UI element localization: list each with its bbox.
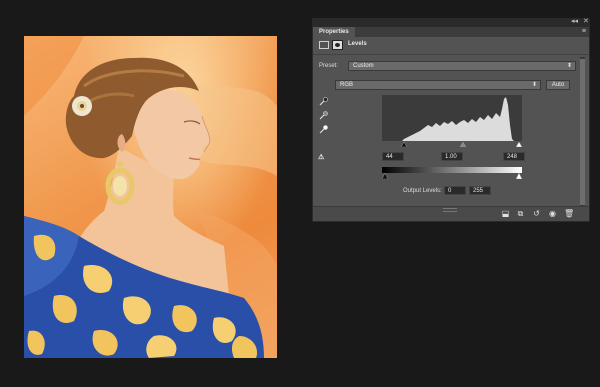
output-black-handle [382, 173, 389, 179]
scrollbar-thumb[interactable] [580, 59, 585, 205]
auto-button[interactable]: Auto [546, 80, 570, 90]
input-gamma-handle [459, 141, 467, 147]
reset-icon[interactable]: ↺ [532, 210, 541, 218]
panel-menu-icon[interactable]: ≡ [582, 27, 586, 37]
input-levels-slider[interactable] [382, 141, 522, 147]
preset-label: Preset: [319, 63, 339, 69]
panel-scrollbar[interactable] [580, 57, 585, 207]
trash-icon[interactable]: 🗑 [564, 210, 574, 218]
channel-value: RGB [340, 82, 354, 88]
mask-icon[interactable] [332, 40, 343, 50]
close-panel-icon[interactable]: ✕ [583, 17, 589, 25]
input-white-handle [515, 141, 522, 147]
properties-panel: Properties ≡ Levels Preset: Custom ⬍ RGB… [312, 26, 590, 222]
preset-value: Custom [353, 63, 374, 69]
preset-select[interactable]: Custom ⬍ [348, 61, 576, 71]
gray-point-eyedropper-icon[interactable] [319, 111, 328, 120]
chevron-down-icon: ⬍ [531, 82, 537, 88]
output-white-handle [515, 173, 522, 179]
panel-footer: ⬓ ⧉ ↺ ◉ 🗑 [313, 206, 589, 221]
panel-dock-bar [312, 18, 590, 26]
histogram [382, 95, 522, 141]
resize-grip[interactable] [443, 208, 457, 212]
document-canvas[interactable] [24, 36, 277, 358]
input-black-field[interactable]: 44 [382, 152, 404, 161]
input-gamma-field[interactable]: 1.00 [441, 152, 463, 161]
output-levels-label: Output Levels: [403, 188, 442, 194]
portrait-painting [24, 36, 277, 358]
collapse-panels-icon[interactable]: ◂◂ [571, 17, 578, 25]
clip-to-layer-icon[interactable]: ⬓ [501, 210, 510, 218]
output-black-field[interactable]: 0 [444, 186, 466, 195]
black-point-eyedropper-icon[interactable] [319, 97, 328, 106]
input-black-handle [400, 141, 408, 147]
output-white-field[interactable]: 255 [469, 186, 491, 195]
clipping-warning-icon[interactable]: ⚠ [318, 153, 324, 161]
visibility-icon[interactable]: ◉ [548, 210, 557, 218]
view-previous-icon[interactable]: ⧉ [516, 210, 525, 218]
channel-select[interactable]: RGB ⬍ [335, 80, 541, 90]
chevron-down-icon: ⬍ [566, 63, 572, 69]
histogram-icon [319, 41, 329, 49]
panel-tab-bar: Properties ≡ [313, 27, 589, 37]
white-point-eyedropper-icon[interactable] [319, 125, 328, 134]
output-levels-slider[interactable] [382, 173, 522, 179]
tab-properties[interactable]: Properties [313, 27, 355, 37]
input-white-field[interactable]: 248 [503, 152, 525, 161]
adjustment-title: Levels [348, 41, 367, 47]
adjustment-header: Levels [313, 37, 589, 55]
